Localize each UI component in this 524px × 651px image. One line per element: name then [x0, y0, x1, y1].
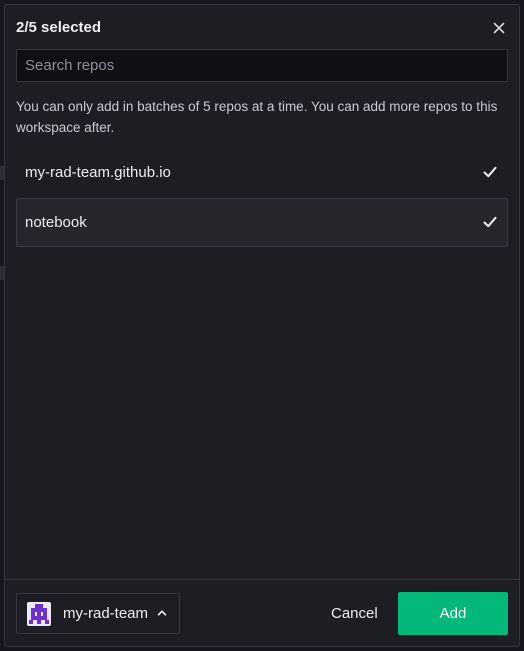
repo-list: my-rad-team.github.io notebook	[16, 148, 508, 248]
org-avatar	[27, 602, 51, 626]
search-repos-input[interactable]	[16, 49, 508, 82]
org-name: my-rad-team	[63, 605, 149, 622]
close-icon	[493, 22, 505, 34]
avatar-invader-icon	[29, 604, 49, 624]
selection-count-title: 2/5 selected	[16, 19, 102, 36]
dialog-footer: my-rad-team Cancel Add	[5, 579, 519, 646]
checkmark-icon	[483, 216, 497, 228]
repo-name: my-rad-team.github.io	[25, 164, 171, 181]
dialog-header: 2/5 selected	[16, 18, 509, 38]
add-button[interactable]: Add	[398, 592, 508, 635]
chevron-up-icon	[157, 610, 167, 616]
cancel-button[interactable]: Cancel	[331, 599, 378, 629]
close-button[interactable]	[489, 18, 509, 38]
add-repos-dialog: 2/5 selected You can only add in batches…	[4, 4, 520, 647]
repo-item-notebook[interactable]: notebook	[16, 198, 508, 247]
repo-name: notebook	[25, 214, 87, 231]
checkmark-icon	[483, 166, 497, 178]
batch-limit-notice: You can only add in batches of 5 repos a…	[16, 99, 498, 135]
repo-item-my-rad-team-github-io[interactable]: my-rad-team.github.io	[16, 148, 508, 197]
org-selector[interactable]: my-rad-team	[16, 593, 180, 634]
